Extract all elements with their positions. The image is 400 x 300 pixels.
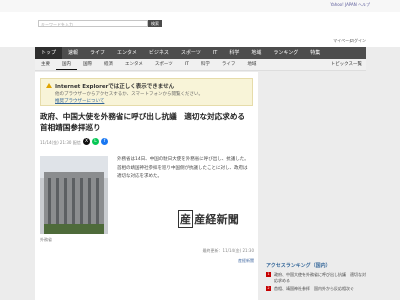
article-column: Internet Explorerでは正しく表示できません 他のブラウザーからア… [35,72,258,300]
facebook-share-icon[interactable]: f [101,138,108,145]
subnav-item-life[interactable]: ライフ [216,59,242,70]
publisher-name: 産経新聞 [194,213,240,226]
publisher-link[interactable]: 産経新聞 [238,258,254,264]
recommended-browsers-link[interactable]: 推奨ブラウザーについて [55,98,104,104]
x-share-icon[interactable]: X [83,138,90,145]
article-photo[interactable] [40,156,108,234]
nav-item-ranking[interactable]: ランキング [267,47,304,59]
ranking-item-text[interactable]: 政府、中国大使を外務省に呼び出し抗議 適切な対応求める [274,272,366,284]
subnav-item-economy[interactable]: 経済 [98,59,119,70]
line-share-icon[interactable]: L [92,138,99,145]
search-button[interactable]: 検索 [148,20,162,27]
nav-item-it[interactable]: IT [207,47,224,59]
sub-nav: 主要 国内 国際 経済 エンタメ スポーツ IT 科学 ライフ 地域 トピックス… [35,59,366,71]
last-updated: 最終更新：11/14(金) 21:30 [202,248,254,253]
ranking-title[interactable]: アクセスランキング（国内） [266,262,331,269]
nav-item-life[interactable]: ライフ [84,47,111,59]
warning-icon [46,83,52,88]
ranking-item-text[interactable]: 首相、靖国神社参拝 国内外から反応相次ぐ [274,286,366,292]
article-date: 11/14(金) 21:30 配信 [40,140,81,145]
top-bar: Yahoo! JAPAN ヘルプ [0,0,400,12]
main-nav: トップ 速報 ライフ エンタメ ビジネス スポーツ IT 科学 地域 ランキング… [35,47,366,59]
nav-item-feature[interactable]: 特集 [304,47,326,59]
nav-item-sports[interactable]: スポーツ [175,47,207,59]
nav-item-entertainment[interactable]: エンタメ [111,47,143,59]
subnav-item-entertainment[interactable]: エンタメ [119,59,149,70]
rank-number: 2 [266,286,271,291]
warning-title: Internet Explorerでは正しく表示できません [55,84,175,90]
browser-warning: Internet Explorerでは正しく表示できません 他のブラウザーからア… [40,78,253,106]
sidebar: アクセスランキング（国内） 1 政府、中国大使を外務省に呼び出し抗議 適切な対応… [263,72,366,300]
search-input[interactable]: キーワードを入力 [38,20,148,27]
nav-item-science[interactable]: 科学 [223,47,245,59]
publisher-logo: 産産経新聞 [178,210,239,228]
login-link[interactable]: ログイン [350,38,366,44]
subnav-item-it[interactable]: IT [179,59,195,70]
subnav-item-sports[interactable]: スポーツ [149,59,179,70]
rank-number: 1 [266,272,271,277]
nav-item-local[interactable]: 地域 [245,47,267,59]
nav-item-breaking[interactable]: 速報 [62,47,84,59]
topics-list-link[interactable]: トピックス一覧 [331,59,362,70]
article-headline: 政府、中国大使を外務省に呼び出し抗議 適切な対応求める 首相靖国参拝巡り [40,112,253,132]
subnav-item-international[interactable]: 国際 [77,59,98,70]
subnav-item-domestic[interactable]: 国内 [56,59,77,70]
top-links[interactable]: Yahoo! JAPAN ヘルプ [330,2,370,8]
nav-item-business[interactable]: ビジネス [143,47,175,59]
publisher-logo-mark: 産 [178,210,194,228]
nav-item-top[interactable]: トップ [35,47,63,59]
photo-caption: 外務省 [40,237,52,242]
subnav-item-local[interactable]: 地域 [241,59,262,70]
article-body: 外務省は14日、中国の駐日大使を外務省に呼び出し、抗議した。首相の靖国神社参拝を… [117,157,249,179]
subnav-item-science[interactable]: 科学 [195,59,216,70]
subnav-item-main[interactable]: 主要 [35,59,56,70]
building-photo-icon [40,156,108,234]
warning-message: 他のブラウザーからアクセスするか、スマートフォンから閲覧ください。 [55,92,204,97]
